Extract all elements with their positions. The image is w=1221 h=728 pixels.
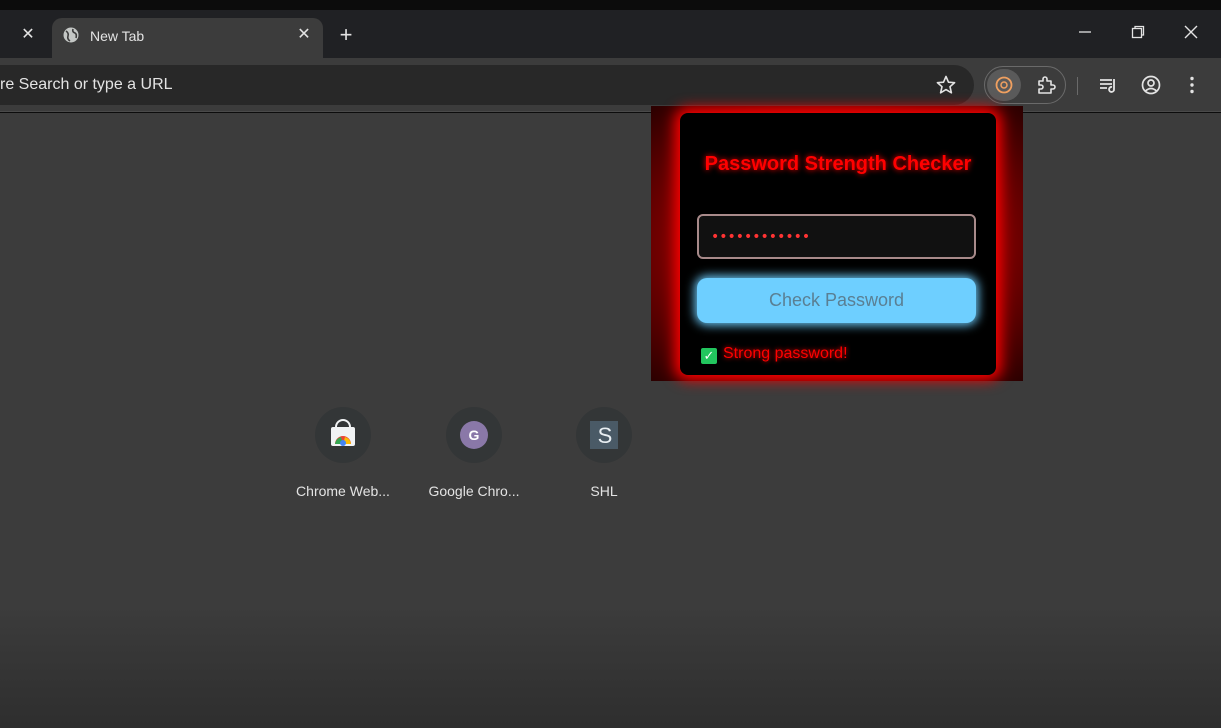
new-tab-button[interactable]: +	[334, 23, 358, 47]
shortcut-label: SHL	[590, 483, 618, 499]
close-icon	[1184, 25, 1198, 39]
result-text: Strong password!	[723, 345, 848, 362]
google-chrome-icon: G	[460, 421, 488, 449]
shortcut-icon-container: G	[446, 407, 502, 463]
close-window-button[interactable]	[1179, 24, 1203, 46]
bookmark-star-icon[interactable]	[935, 74, 957, 96]
password-checker-panel: Password Strength Checker Check Password…	[680, 113, 996, 375]
reading-list-icon[interactable]	[1097, 74, 1119, 96]
shortcut-label: Google Chro...	[428, 483, 520, 499]
shortcut-google-chrome[interactable]: G Google Chro...	[414, 407, 534, 499]
check-password-button[interactable]: Check Password	[697, 278, 976, 323]
close-icon[interactable]: ✕	[18, 25, 38, 45]
restore-icon	[1131, 25, 1145, 39]
extensions-puzzle-icon[interactable]	[1035, 74, 1057, 96]
result-message: ✓ Strong password!	[701, 345, 848, 364]
address-bar-text: re Search or type a URL	[0, 76, 173, 93]
shortcut-icon-container	[315, 407, 371, 463]
extension-logo-icon	[995, 76, 1013, 94]
shortcut-label: Chrome Web...	[296, 483, 390, 499]
new-tab-page: Chrome Web... G Google Chro... S SHL	[0, 113, 1221, 728]
extension-popup: Password Strength Checker Check Password…	[651, 106, 1023, 381]
check-mark-icon: ✓	[701, 348, 717, 364]
profile-icon[interactable]	[1140, 74, 1162, 96]
toolbar-divider	[1077, 77, 1078, 95]
shortcut-chrome-web-store[interactable]: Chrome Web...	[283, 407, 403, 499]
popup-title: Password Strength Checker	[704, 153, 972, 175]
tab-title: New Tab	[90, 28, 145, 44]
tab-strip: ✕ New Tab ✕ +	[0, 10, 1221, 58]
svg-text:G: G	[469, 427, 480, 443]
restore-button[interactable]	[1126, 24, 1150, 46]
minimize-icon	[1079, 31, 1091, 33]
address-bar[interactable]: re Search or type a URL	[0, 65, 974, 105]
chrome-web-store-icon	[331, 419, 355, 446]
more-menu-icon[interactable]	[1181, 74, 1203, 96]
shortcut-shl[interactable]: S SHL	[544, 407, 664, 499]
extensions-group	[984, 66, 1066, 104]
password-input[interactable]	[697, 214, 976, 259]
shl-icon: S	[590, 421, 618, 449]
window-top-edge	[0, 0, 1221, 10]
minimize-button[interactable]	[1073, 24, 1097, 46]
globe-icon	[63, 27, 79, 43]
toolbar: re Search or type a URL	[0, 58, 1221, 112]
password-checker-extension-button[interactable]	[987, 69, 1021, 101]
shortcut-icon-container: S	[576, 407, 632, 463]
svg-text:S: S	[598, 423, 613, 448]
close-icon[interactable]: ✕	[294, 25, 314, 45]
tab-new-tab[interactable]: New Tab ✕	[52, 18, 323, 58]
